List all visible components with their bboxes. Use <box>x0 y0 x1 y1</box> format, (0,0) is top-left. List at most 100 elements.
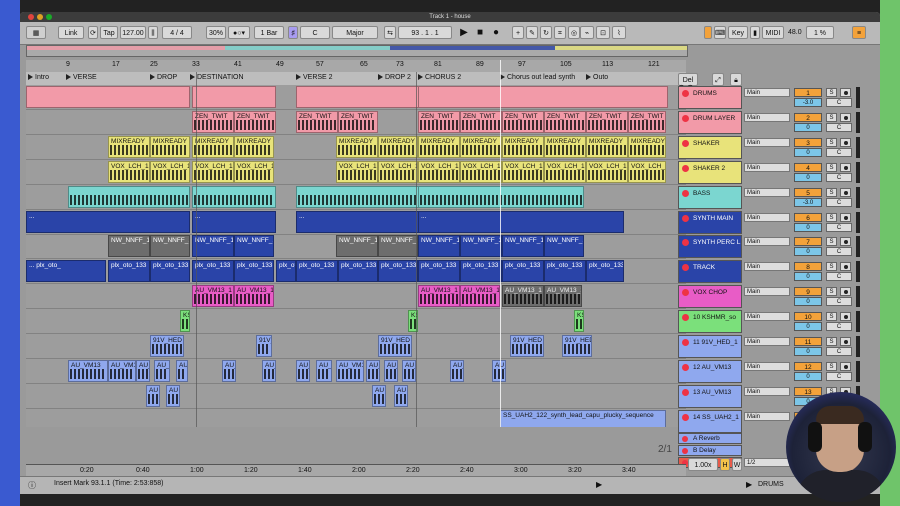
audio-clip[interactable]: NW_NNFF_1 <box>378 235 418 258</box>
audio-clip[interactable]: MIXREADY <box>544 135 586 158</box>
audio-clip[interactable]: VOX_LCH_1 <box>108 160 150 183</box>
follow-icon[interactable]: ⟳ <box>88 26 98 39</box>
solo-button[interactable]: S <box>826 137 837 147</box>
keyboard-icon[interactable]: ⌨ <box>714 26 726 39</box>
view-toggle-icon[interactable]: ▦ <box>26 26 46 39</box>
close-icon[interactable] <box>28 14 34 20</box>
audio-clip[interactable]: plx_oto_133 <box>276 260 296 283</box>
track-header[interactable]: SYNTH PERC L <box>678 235 742 259</box>
track-lane[interactable]: AU_VM13 AU_VM13 AU_VM13 AU_VM13 AU_VM13 AU_VM… <box>26 359 686 384</box>
locator-marker[interactable]: VERSE <box>66 74 97 81</box>
audio-clip[interactable]: ZEN_TWIT <box>502 110 544 133</box>
output-routing-select[interactable]: Main <box>744 212 790 222</box>
track-activator[interactable]: 8 <box>794 262 822 272</box>
output-routing-select[interactable]: Main <box>744 262 790 272</box>
arm-button[interactable] <box>840 112 851 122</box>
h-button[interactable]: H <box>720 458 730 471</box>
audio-clip[interactable]: VOX_LCH_1 <box>378 160 418 183</box>
key-select[interactable]: C <box>300 26 330 39</box>
audio-clip[interactable] <box>296 86 420 108</box>
audio-clip[interactable]: ZEN_TWIT <box>460 110 502 133</box>
lock-icon[interactable]: 🔒︎ <box>730 73 742 86</box>
audio-clip[interactable]: AU_VM13 <box>336 359 364 382</box>
arm-button[interactable] <box>840 237 851 247</box>
audio-clip[interactable]: NW_NNFF_1 <box>150 235 190 258</box>
track-lane[interactable]: VOX_LCH_1 VOX_LCH_1 VOX_LCH_1 VOX_LCH_1 VOX_… <box>26 160 686 185</box>
arm-button[interactable] <box>840 162 851 172</box>
locator-marker[interactable]: VERSE 2 <box>296 74 333 81</box>
audio-clip[interactable]: ... <box>26 210 190 233</box>
track-activator[interactable]: 7 <box>794 237 822 247</box>
audio-clip[interactable]: AU_VM13 <box>492 359 506 382</box>
audio-clip[interactable]: ZEN_TWIT <box>192 110 234 133</box>
audio-clip[interactable]: MIXREADY <box>336 135 378 158</box>
follow-song-icon[interactable]: ⇆ <box>384 26 396 39</box>
output-routing-select[interactable]: Main <box>744 287 790 297</box>
fold-icon[interactable] <box>682 264 689 272</box>
audio-clip[interactable]: ZEN_TWIT <box>234 110 276 133</box>
audio-clip[interactable]: AU_VM13_1 <box>544 285 582 308</box>
output-routing-select[interactable]: Main <box>744 312 790 322</box>
audio-clip[interactable]: AU_VM13 <box>136 359 150 382</box>
locator-marker[interactable]: CHORUS 2 <box>418 74 461 81</box>
audio-clip[interactable]: 91V_HED <box>150 335 184 357</box>
audio-clip[interactable]: AU_VM13_1 <box>234 285 274 308</box>
arrangement-overview[interactable] <box>26 45 688 57</box>
audio-clip[interactable]: ... plx_oto_ <box>26 260 106 283</box>
fold-icon[interactable] <box>682 363 689 371</box>
audio-clip[interactable]: VOX_LCH_1 <box>628 160 666 183</box>
audio-clip[interactable]: plx_oto_133 <box>296 260 338 283</box>
track-lane[interactable]: ... plx_oto_ plx_oto_133 plx_oto_133 plx_ot… <box>26 259 686 285</box>
key-map-button[interactable]: Key <box>728 26 748 39</box>
fold-icon[interactable] <box>682 448 688 454</box>
track-header[interactable]: BASS <box>678 185 742 209</box>
arm-button[interactable] <box>840 287 851 297</box>
audio-clip[interactable]: AU_VM13 <box>108 359 136 382</box>
track-activator[interactable]: 1 <box>794 88 822 97</box>
audio-clip[interactable]: plx_oto_133 <box>460 260 502 283</box>
solo-button[interactable]: S <box>826 212 837 222</box>
audio-clip[interactable]: KS <box>180 310 190 333</box>
output-routing-select[interactable]: Main <box>744 411 790 421</box>
metronome-icon[interactable]: ●○▾ <box>228 26 250 39</box>
audio-clip[interactable]: AU_VM13 <box>384 359 398 382</box>
track-volume[interactable]: -3.0 <box>794 197 822 207</box>
track-activator[interactable]: 5 <box>794 187 822 197</box>
pan-control[interactable]: C <box>826 122 852 132</box>
track-lane[interactable]: ZEN_TWIT ZEN_TWIT ZEN_TWIT ZEN_TWIT ZEN_TWIT… <box>26 110 686 135</box>
track-activator[interactable]: 12 <box>794 361 822 371</box>
locator-marker[interactable]: DESTINATION <box>190 74 244 81</box>
audio-clip[interactable]: AU_VM13 <box>402 359 416 382</box>
audio-clip[interactable]: AU_VM13 <box>366 359 380 382</box>
fold-icon[interactable] <box>682 139 689 147</box>
track-header[interactable]: 11 91V_HED_1 <box>678 335 742 358</box>
overdub-icon[interactable]: ⌇ <box>612 26 626 39</box>
track-header[interactable]: TRACK <box>678 260 742 284</box>
automation-icon[interactable]: ⌁ <box>580 26 594 39</box>
audio-clip[interactable]: AU <box>394 384 408 407</box>
track-activator[interactable]: 11 <box>794 337 822 346</box>
audio-clip[interactable]: NW_NNFF_1 <box>502 235 544 258</box>
audio-clip[interactable]: KS <box>574 310 584 333</box>
audio-clip[interactable]: AU_VM13_1 <box>460 285 500 308</box>
arm-button[interactable] <box>840 187 851 197</box>
solo-button[interactable]: S <box>826 361 837 371</box>
solo-button[interactable]: S <box>826 162 837 172</box>
audio-clip[interactable]: MIXREADY <box>150 135 190 158</box>
audio-clip[interactable]: plx_oto_133 <box>108 260 150 283</box>
track-volume[interactable]: 0 <box>794 122 822 132</box>
audio-clip[interactable] <box>26 86 190 108</box>
audio-clip[interactable]: NW_NNFF_1 <box>460 235 502 258</box>
return-track-header[interactable]: A Reverb <box>678 433 742 444</box>
audio-clip[interactable]: AU_VM13 <box>296 359 310 382</box>
track-volume[interactable]: 0 <box>794 347 822 356</box>
expand-icon[interactable]: ⤢ <box>712 73 724 86</box>
pan-control[interactable]: C <box>826 347 852 356</box>
audio-clip[interactable]: VOX_LCH_1 <box>336 160 378 183</box>
fold-icon[interactable] <box>682 90 689 97</box>
nudge-icon[interactable]: ⫼ <box>148 26 158 39</box>
audio-clip[interactable]: VOX_LCH_1 <box>544 160 586 183</box>
audio-clip[interactable]: VOX_LCH_1 <box>502 160 544 183</box>
track-lane[interactable]: AU_VM13_1 AU_VM13_1 AU_VM13_1 AU_VM13_1 AU_V… <box>26 284 686 310</box>
track-volume[interactable]: 0 <box>794 371 822 381</box>
